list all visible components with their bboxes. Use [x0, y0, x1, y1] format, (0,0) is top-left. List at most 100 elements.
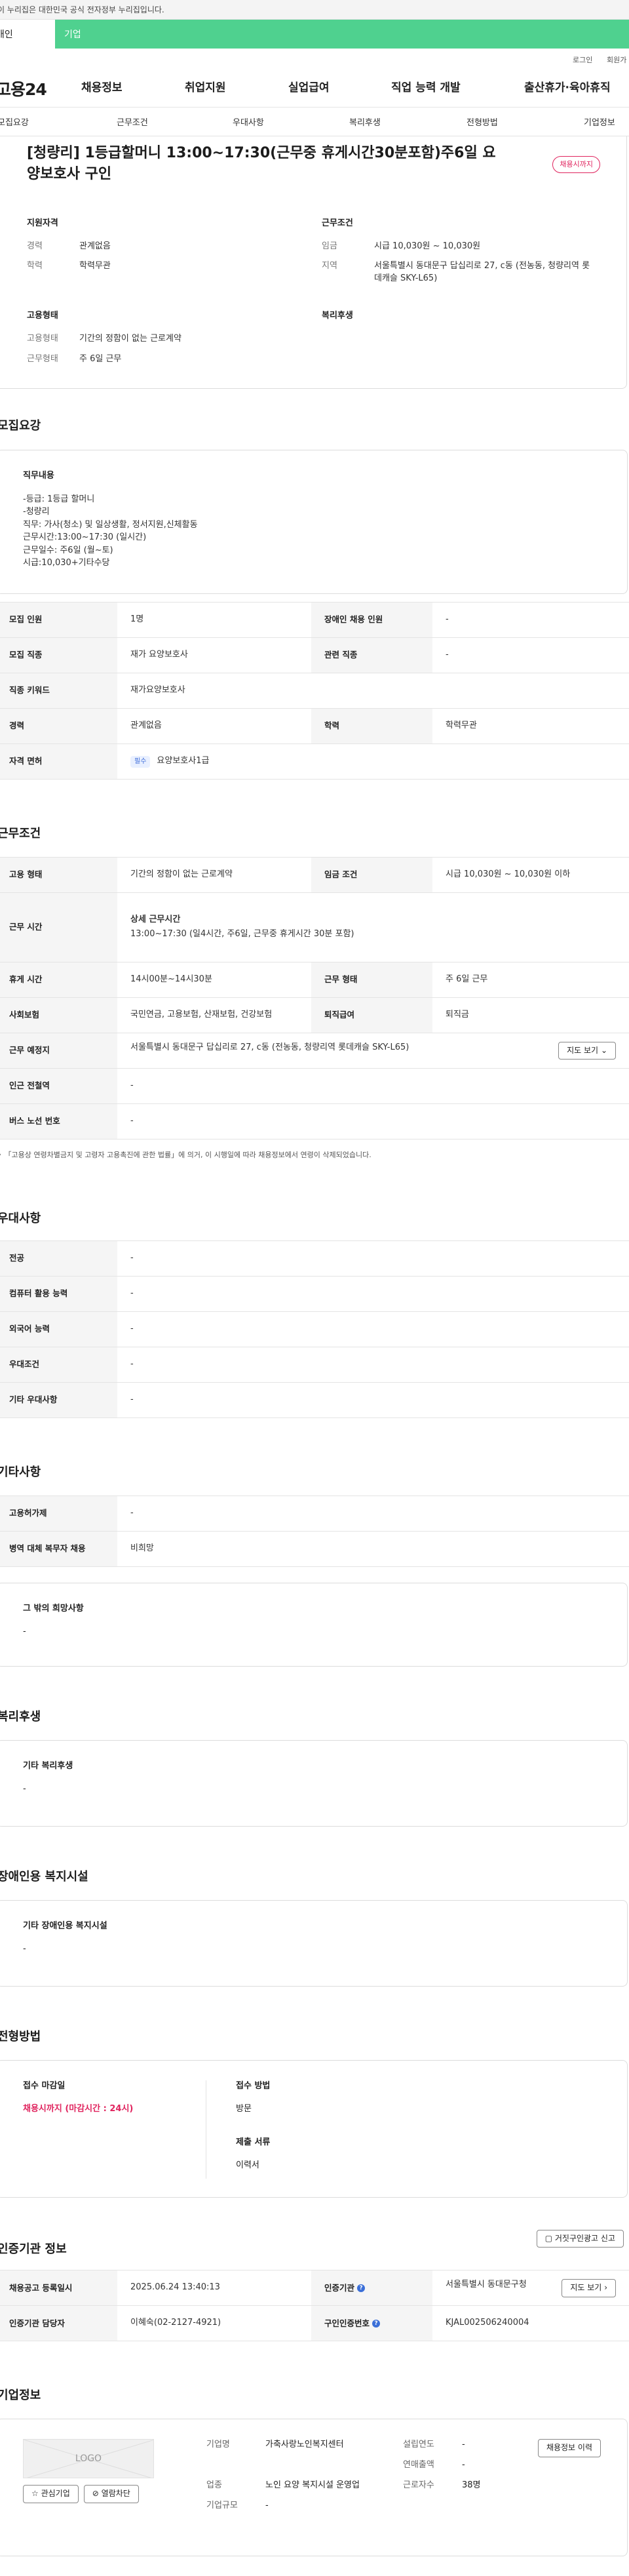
- etc-hope-heading: 그 밖의 희망사항: [23, 1604, 84, 1614]
- job-history-button[interactable]: 채용정보 이력: [537, 2439, 601, 2457]
- nav-employment-support[interactable]: 취업지원: [185, 80, 226, 96]
- cert-map-button[interactable]: 지도 보기 ›: [562, 2279, 616, 2297]
- disabled-box-heading: 기타 장애인용 복지시설: [23, 1921, 107, 1932]
- welfare-box-heading: 기타 복리후생: [23, 1761, 73, 1772]
- cell-value: -: [117, 1381, 629, 1418]
- company-name-label: 기업명: [206, 2440, 230, 2450]
- cell-value: 2025.06.24 13:40:13: [117, 2270, 311, 2307]
- tab-welfare[interactable]: 복리후생: [349, 117, 381, 130]
- etc-hope-box: 그 밖의 희망사항 -: [0, 1583, 628, 1667]
- cell-header: 사회보험: [0, 997, 117, 1033]
- cell-value: 관계없음: [117, 707, 311, 744]
- selection-box: 접수 마감일 채용시까지 (마감시간 : 24시) 접수 방법 방문 제출 서류…: [0, 2060, 628, 2198]
- cell-value: 시급 10,030원 ~ 10,030원 이하: [432, 856, 629, 893]
- tab-personal[interactable]: 개인: [0, 20, 55, 49]
- cell-value: -: [432, 601, 629, 638]
- cell-header: 자격 면허: [0, 743, 117, 780]
- founded-value: -: [462, 2440, 465, 2450]
- table-row: 인근 전철역 -: [0, 1067, 629, 1104]
- table-row: 컴퓨터 활용 능력 -: [0, 1275, 629, 1312]
- cell-header: 인근 전철역: [0, 1067, 117, 1104]
- global-nav: 고용24 채용정보 취업지원 실업급여 직업 능력 개발 출산휴가·육아휴직: [0, 67, 629, 108]
- table-row: 근무 예정지 서울특별시 동대문구 답십리로 27, c동 (전농동, 청량리역 …: [0, 1032, 629, 1069]
- block-label: 열람차단: [101, 2489, 130, 2499]
- table-row: 고용허가제 -: [0, 1496, 629, 1532]
- map-button[interactable]: 지도 보기 ⌄: [558, 1041, 616, 1060]
- signup-link[interactable]: 회원가: [607, 55, 626, 66]
- login-link[interactable]: 로그인: [573, 55, 592, 66]
- size-label: 기업규모: [206, 2501, 238, 2510]
- section-tabs: 모집요강 근무조건 우대사항 복리후생 전형방법 기업정보: [0, 108, 629, 136]
- table-row: 경력 관계없음 학력 학력무관: [0, 707, 629, 744]
- cell-header: 근무 형태: [311, 961, 432, 998]
- nav-skills-dev[interactable]: 직업 능력 개발: [391, 80, 461, 96]
- cell-header: 모집 직종: [0, 637, 117, 673]
- info-icon[interactable]: ?: [372, 2320, 381, 2328]
- disabled-box: 기타 장애인용 복지시설 -: [0, 1900, 628, 1987]
- tab-selection[interactable]: 전형방법: [467, 117, 498, 130]
- table-row: 자격 면허 필수 요양보호사1급: [0, 743, 629, 780]
- report-icon: ▢: [544, 2233, 553, 2243]
- star-icon: ☆: [31, 2489, 39, 2499]
- false-ad-report-button[interactable]: ▢ 거짓구인광고 신고: [536, 2229, 624, 2248]
- table-row: 사회보험 국민연금, 고용보험, 산재보험, 건강보험 퇴직급여 퇴직금: [0, 997, 629, 1033]
- disabled-heading: 장애인용 복지시설: [0, 1870, 88, 1884]
- license-value: 요양보호사1급: [157, 755, 210, 766]
- job-title: [청량리] 1등급할머니 13:00~17:30(근무중 휴게시간30분포함)주…: [27, 145, 496, 182]
- chevron-right-icon: ›: [604, 2283, 607, 2293]
- cell-value: 14시00분~14시30분: [117, 961, 311, 998]
- size-value: -: [265, 2501, 269, 2510]
- nav-job-info[interactable]: 채용정보: [81, 80, 123, 96]
- cell-value: -: [117, 1067, 629, 1104]
- tab-work[interactable]: 근무조건: [117, 117, 148, 130]
- cell-header: 전공: [0, 1240, 117, 1277]
- qual-value: 학력무관: [79, 261, 111, 271]
- cell-header: 기타 우대사항: [0, 1381, 117, 1418]
- pref-heading: 우대사항: [0, 1211, 41, 1225]
- cell-header: 고용 형태: [0, 856, 117, 893]
- gov-notice-text: 이 누리집은 대한민국 공식 전자정부 누리집입니다.: [0, 5, 164, 14]
- selection-heading: 전형방법: [0, 2030, 41, 2044]
- table-row: 전공 -: [0, 1240, 629, 1277]
- cell-value: KJAL002506240004: [432, 2305, 629, 2342]
- info-icon[interactable]: ?: [357, 2284, 366, 2293]
- cert-agency-label: 인증기관: [324, 2282, 355, 2293]
- qual-heading: 지원자격: [27, 218, 58, 228]
- cell-header: 버스 노선 번호: [0, 1103, 117, 1139]
- cell-header: 채용공고 등록일시: [0, 2270, 117, 2307]
- nav-parental-leave[interactable]: 출산휴가·육아휴직: [524, 80, 611, 96]
- type-value: 기간의 정함이 없는 근로계약: [79, 334, 181, 344]
- tab-company[interactable]: 기업: [55, 20, 81, 49]
- cell-value: 서울특별시 동대문구 답십리로 27, c동 (전농동, 청량리역 롯데캐슬 S…: [117, 1032, 629, 1069]
- deadline-value: 채용시까지 (마감시간 : 24시): [23, 2104, 134, 2114]
- tab-company-info[interactable]: 기업정보: [584, 117, 615, 130]
- method-value: 방문: [236, 2104, 252, 2114]
- site-logo[interactable]: 고용24: [0, 78, 47, 102]
- cert-heading: 인증기관 정보: [0, 2242, 67, 2257]
- tab-pref[interactable]: 우대사항: [233, 117, 264, 130]
- work-heading: 근무조건: [0, 826, 41, 841]
- sales-label: 연매출액: [403, 2460, 434, 2470]
- cell-value: 학력무관: [432, 707, 629, 744]
- table-row: 모집 직종 재가 요양보호사 관련 직종 -: [0, 637, 629, 673]
- cell-header: 근무 예정지: [0, 1032, 117, 1069]
- table-row: 외국어 능력 -: [0, 1311, 629, 1347]
- favorite-company-button[interactable]: ☆ 관심기업: [23, 2485, 79, 2503]
- cell-header: 근무 시간: [0, 892, 117, 962]
- etc-table: 고용허가제 - 병역 대체 복무자 채용 비희망: [0, 1496, 629, 1567]
- docs-heading: 제출 서류: [236, 2137, 271, 2147]
- chevron-down-icon: ⌄: [600, 1045, 607, 1055]
- report-label: 거짓구인광고 신고: [554, 2233, 615, 2243]
- block-view-button[interactable]: ⊘ 열람차단: [83, 2485, 139, 2503]
- block-icon: ⊘: [92, 2489, 99, 2499]
- cell-value: 재가요양보호사: [117, 672, 629, 709]
- cell-header: 컴퓨터 활용 능력: [0, 1275, 117, 1312]
- nav-unemployment-benefit[interactable]: 실업급여: [288, 80, 330, 96]
- tab-recruit[interactable]: 모집요강: [0, 117, 29, 130]
- cell-header: 인증기관?: [311, 2270, 432, 2307]
- type-heading: 고용형태: [27, 311, 58, 321]
- table-row: 기타 우대사항 -: [0, 1381, 629, 1418]
- table-row: 인증기관 담당자 이혜숙(02-2127-4921) 구인인증번호? KJAL0025…: [0, 2305, 629, 2342]
- cond-heading: 근무조건: [322, 218, 353, 228]
- company-name-value: 가축사랑노인복지센터: [265, 2440, 344, 2450]
